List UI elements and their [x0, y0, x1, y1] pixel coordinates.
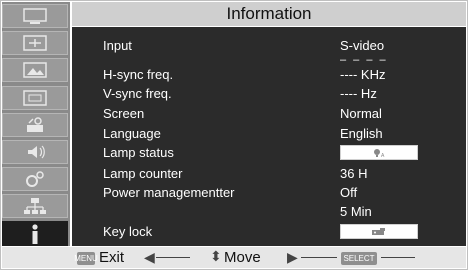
lamp-icon: A	[374, 148, 385, 158]
v-sync-value: ---- Hz	[340, 86, 377, 101]
right-arrow-icon: ▶	[287, 249, 298, 265]
setting-icon[interactable]	[2, 113, 68, 137]
screen-icon[interactable]	[2, 86, 68, 110]
lamp-counter-label: Lamp counter	[103, 166, 183, 181]
lamp-status-label: Lamp status	[103, 145, 174, 160]
lamp-status-indicator: A	[340, 145, 418, 160]
right-dash	[301, 257, 337, 258]
display-icon[interactable]	[2, 4, 68, 28]
select-dash	[381, 257, 415, 258]
network-icon[interactable]	[2, 194, 68, 218]
power-management-label: Power managementter	[103, 185, 235, 200]
left-arrow-icon: ◀	[144, 249, 155, 265]
screen-value: Normal	[340, 106, 382, 121]
up-down-arrow-icon: ⬍	[210, 248, 222, 264]
screen-label: Screen	[103, 106, 145, 121]
v-sync-label: V-sync freq.	[103, 86, 172, 101]
key-lock-label: Key lock	[103, 224, 153, 239]
signal-value: – – – –	[340, 54, 388, 66]
language-label: Language	[103, 126, 161, 141]
left-dash	[156, 257, 190, 258]
move-label: Move	[224, 249, 261, 266]
input-value: S-video	[340, 38, 385, 53]
svg-text:A: A	[381, 153, 385, 158]
exit-label: Exit	[99, 249, 125, 266]
key-lock-indicator	[340, 224, 418, 239]
expand-icon[interactable]	[2, 167, 68, 191]
sound-icon[interactable]	[2, 140, 68, 164]
power-management-value: Off	[340, 185, 358, 200]
language-value: English	[340, 126, 383, 141]
lamp-counter-value: 36 H	[340, 166, 368, 181]
image-select-icon[interactable]	[2, 58, 68, 82]
information-icon[interactable]	[2, 221, 68, 246]
pc-adjust-icon[interactable]	[2, 31, 68, 55]
projector-key-icon	[372, 227, 385, 235]
power-management-timer: 5 Min	[340, 204, 372, 219]
menu-title-bar: Information	[72, 2, 466, 26]
select-key-icon: SELECT	[341, 252, 377, 265]
input-label: Input	[103, 38, 132, 53]
h-sync-value: ---- KHz	[340, 67, 386, 82]
h-sync-label: H-sync freq.	[103, 67, 174, 82]
page-title: Information	[226, 4, 312, 23]
menu-key-icon: MENU	[74, 252, 98, 265]
